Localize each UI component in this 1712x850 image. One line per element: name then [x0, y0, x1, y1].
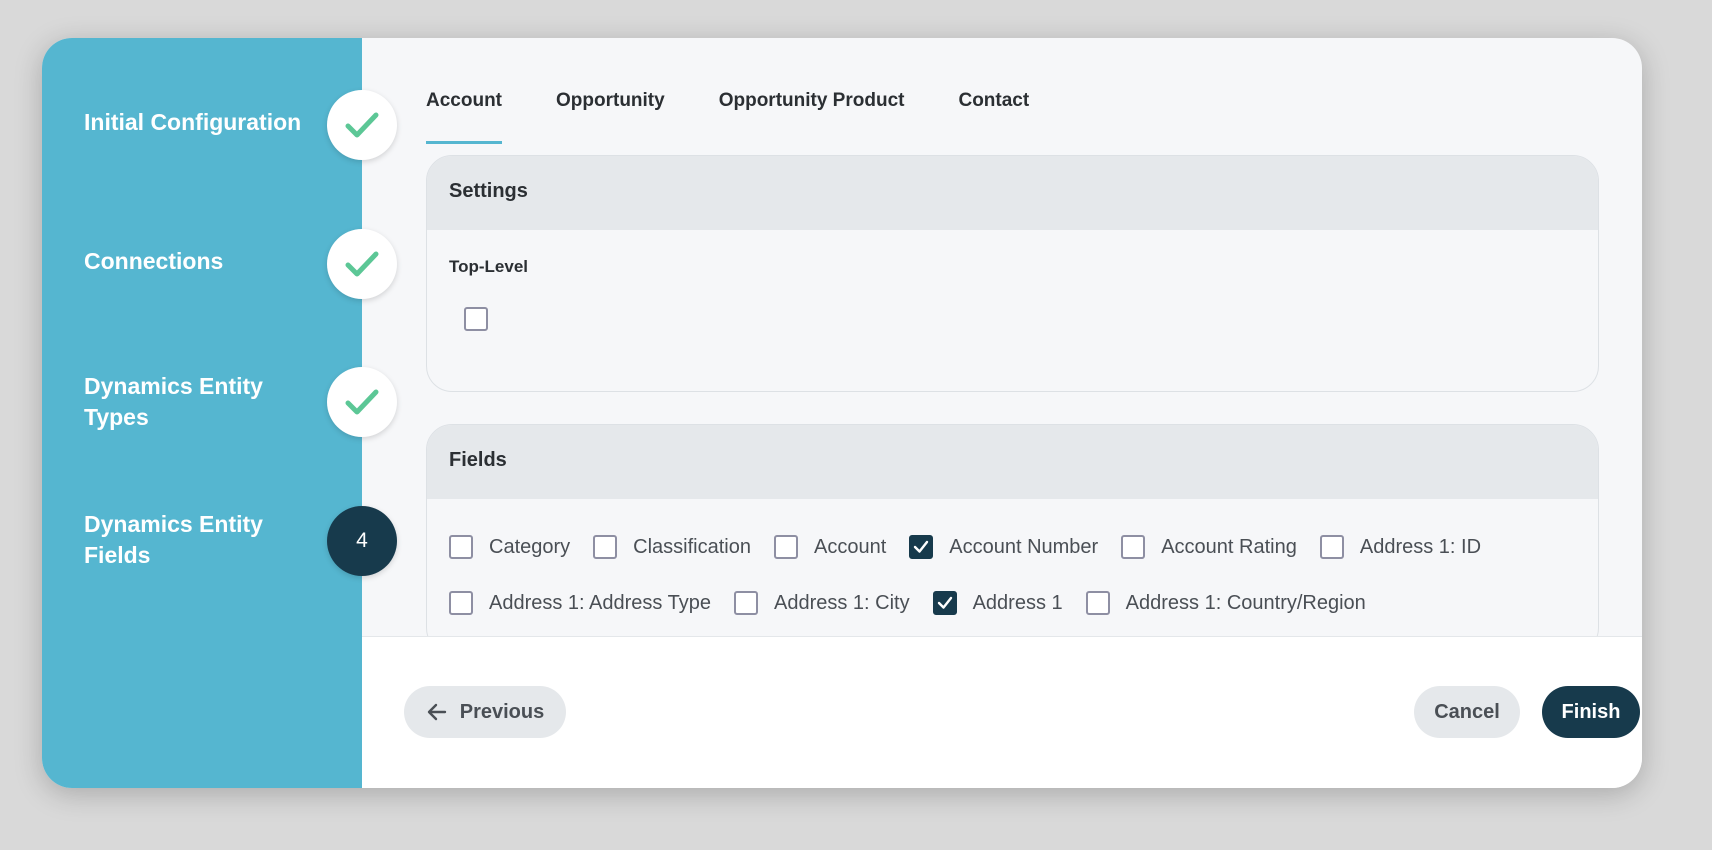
field-label: Address 1: City: [773, 591, 910, 614]
field-checkbox[interactable]: [1319, 535, 1344, 559]
field-label: Account Number: [949, 535, 1099, 558]
step-label: Initial Configuration: [84, 109, 302, 135]
previous-button-label: Previous: [459, 700, 545, 723]
field-label: Address 1: Country/Region: [1125, 591, 1366, 614]
main-content: Account Opportunity Opportunity Product …: [362, 38, 1642, 788]
field-checkbox[interactable]: [593, 535, 618, 559]
field-checkbox[interactable]: [773, 535, 798, 559]
previous-button[interactable]: Previous: [404, 686, 566, 738]
field-label: Address 1: [972, 591, 1063, 614]
fields-card-title: Fields: [427, 425, 1598, 499]
field-address1-city[interactable]: Address 1: City: [733, 591, 910, 615]
settings-card: Settings Top-Level: [426, 155, 1599, 392]
tab-contact[interactable]: Contact: [958, 86, 1029, 144]
tab-opportunity[interactable]: Opportunity: [556, 86, 665, 144]
field-category[interactable]: Category: [449, 535, 570, 559]
arrow-left-icon: [427, 703, 446, 721]
entity-tabs: Account Opportunity Opportunity Product …: [426, 86, 1083, 144]
field-account[interactable]: Account: [773, 535, 887, 559]
field-checkbox[interactable]: [449, 535, 473, 559]
field-address1-id[interactable]: Address 1: ID: [1319, 535, 1482, 559]
field-account-number[interactable]: Account Number: [909, 535, 1098, 559]
field-label: Address 1: ID: [1359, 535, 1482, 558]
settings-card-title: Settings: [427, 156, 1598, 230]
fields-row-2: Address 1: Address Type Address 1: City …: [449, 591, 1389, 615]
wizard-steps-sidebar: Initial Configuration Connections Dynami…: [42, 38, 397, 788]
field-checkbox[interactable]: [1121, 535, 1146, 559]
tab-opportunity-product[interactable]: Opportunity Product: [719, 86, 905, 144]
tab-account[interactable]: Account: [426, 86, 502, 144]
field-address1-address-type[interactable]: Address 1: Address Type: [449, 591, 711, 615]
top-level-label: Top-Level: [449, 257, 529, 276]
field-classification[interactable]: Classification: [593, 535, 751, 559]
fields-row-1: Category Classification Account Account …: [449, 535, 1504, 559]
field-label: Account: [813, 535, 887, 558]
field-label: Classification: [633, 535, 751, 558]
checkmark-icon: [937, 596, 952, 609]
field-label: Address 1: Address Type: [489, 591, 711, 614]
fields-card: Fields Category Classification Account A…: [426, 424, 1599, 654]
field-label: Category: [489, 535, 571, 558]
field-checkbox[interactable]: [1085, 591, 1110, 615]
step-label: Dynamics Entity Types: [84, 373, 263, 430]
finish-button[interactable]: Finish: [1542, 686, 1640, 738]
step-label: Dynamics Entity Fields: [84, 511, 263, 568]
wizard-dialog: Initial Configuration Connections Dynami…: [42, 38, 1642, 788]
field-checkbox[interactable]: [733, 591, 758, 615]
field-checkbox-checked[interactable]: [932, 591, 957, 615]
cancel-button[interactable]: Cancel: [1414, 686, 1520, 738]
field-address1-country-region[interactable]: Address 1: Country/Region: [1085, 591, 1366, 615]
dialog-footer: Previous Cancel Finish: [362, 636, 1642, 788]
field-checkbox-checked[interactable]: [909, 535, 934, 559]
field-checkbox[interactable]: [449, 591, 473, 615]
field-address1[interactable]: Address 1: [932, 591, 1063, 615]
field-label: Account Rating: [1161, 535, 1297, 558]
checkmark-icon: [914, 540, 929, 553]
step-label: Connections: [84, 248, 224, 274]
top-level-checkbox[interactable]: [464, 307, 488, 331]
field-account-rating[interactable]: Account Rating: [1121, 535, 1297, 559]
